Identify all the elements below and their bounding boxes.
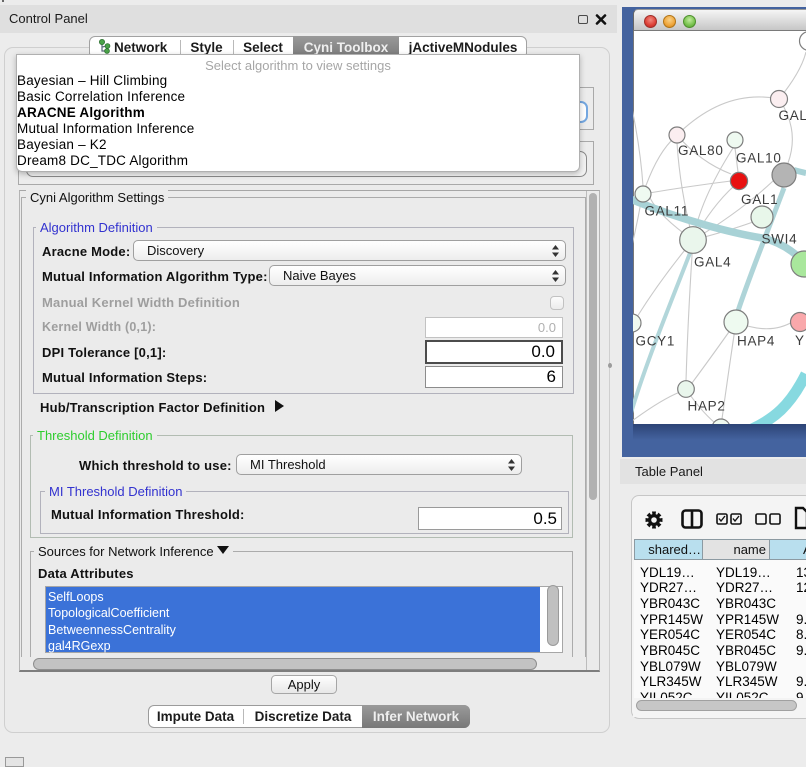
svg-text:HAP2: HAP2	[688, 399, 726, 414]
svg-text:GAL1: GAL1	[741, 192, 778, 207]
svg-text:GAL: GAL	[779, 108, 806, 123]
svg-text:SWI4: SWI4	[762, 232, 798, 247]
svg-text:GAL4: GAL4	[694, 255, 731, 270]
svg-text:GAL80: GAL80	[678, 143, 724, 158]
svg-text:HAP4: HAP4	[737, 334, 775, 349]
svg-text:GCY1: GCY1	[636, 334, 676, 349]
svg-text:GAL11: GAL11	[645, 204, 690, 219]
svg-text:Y: Y	[795, 333, 805, 348]
svg-text:GAL10: GAL10	[736, 151, 782, 166]
